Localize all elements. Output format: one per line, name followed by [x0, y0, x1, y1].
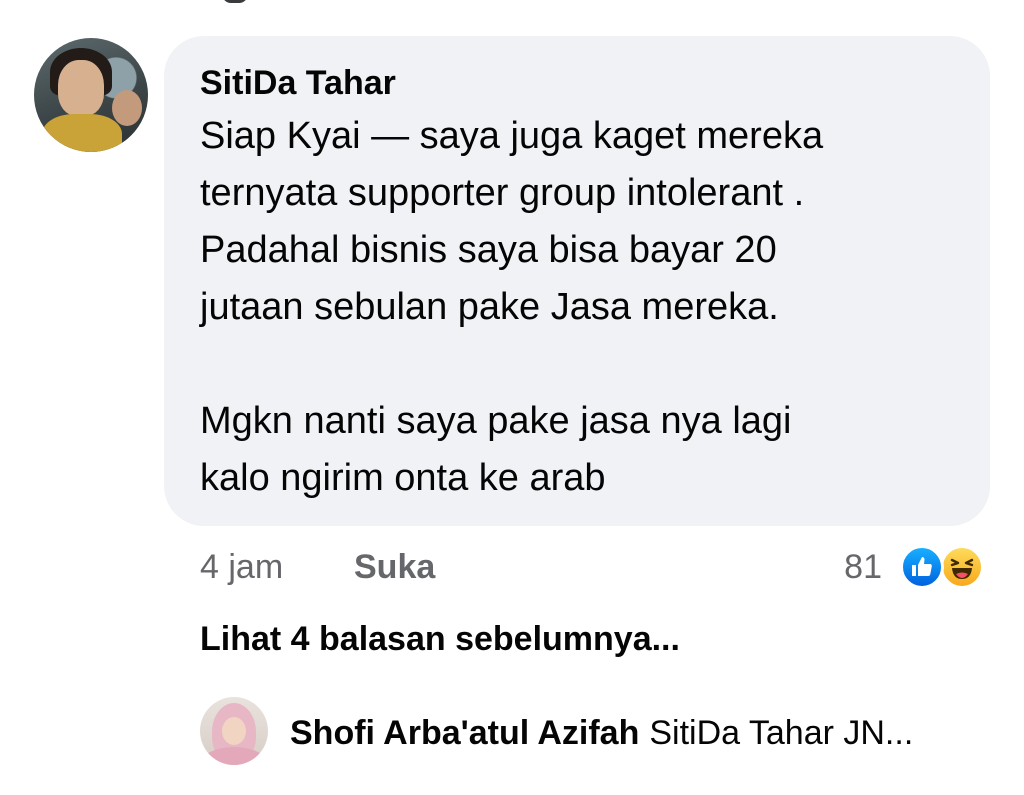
view-previous-replies-link[interactable]: Lihat 4 balasan sebelumnya... [200, 618, 680, 660]
reply-snippet: SitiDa Tahar JN... [649, 714, 914, 752]
haha-reaction-icon [940, 545, 984, 589]
reply-author-avatar[interactable] [200, 697, 268, 765]
previous-comment-edge [222, 0, 248, 3]
like-button[interactable]: Suka [354, 546, 435, 588]
commenter-avatar[interactable] [34, 38, 148, 152]
reply-author-name[interactable]: Shofi Arba'atul Azifah [290, 714, 639, 752]
latest-reply-preview[interactable]: Shofi Arba'atul Azifah SitiDa Tahar JN... [290, 712, 913, 754]
comment-bubble[interactable]: SitiDa Tahar Siap Kyai — saya juga kaget… [164, 36, 990, 526]
comment-author[interactable]: SitiDa Tahar [200, 62, 954, 104]
comment-timestamp[interactable]: 4 jam [200, 546, 283, 588]
reaction-summary[interactable] [898, 545, 994, 589]
reaction-count[interactable]: 81 [844, 546, 882, 588]
like-reaction-icon [900, 545, 944, 589]
comment-text: Siap Kyai — saya juga kaget mereka terny… [200, 115, 824, 499]
